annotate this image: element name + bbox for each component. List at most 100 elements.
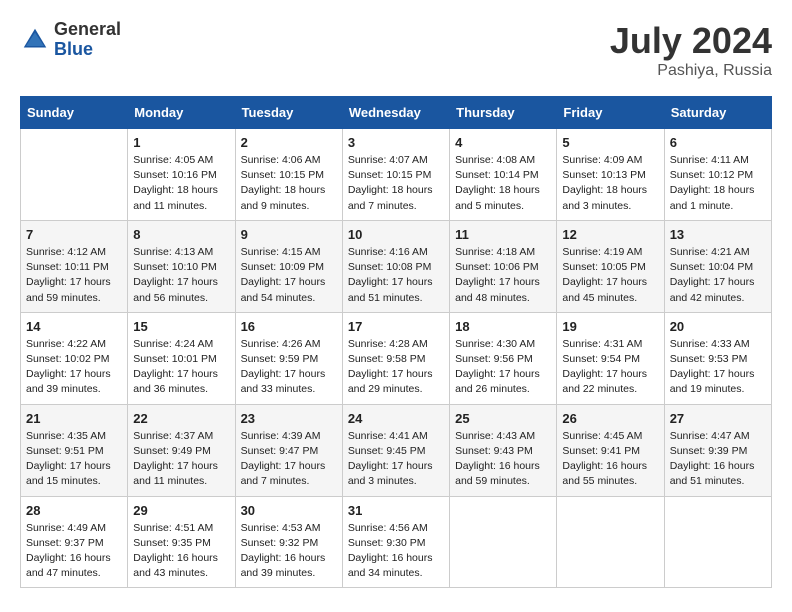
day-info: Sunrise: 4:05 AMSunset: 10:16 PMDaylight…: [133, 153, 229, 214]
calendar-cell: 11 Sunrise: 4:18 AMSunset: 10:06 PMDayli…: [450, 220, 557, 312]
calendar-week-3: 14 Sunrise: 4:22 AMSunset: 10:02 PMDayli…: [21, 312, 772, 404]
weekday-header-sunday: Sunday: [21, 97, 128, 129]
day-info: Sunrise: 4:45 AMSunset: 9:41 PMDaylight:…: [562, 429, 658, 490]
calendar-cell: 2 Sunrise: 4:06 AMSunset: 10:15 PMDaylig…: [235, 129, 342, 221]
weekday-header-thursday: Thursday: [450, 97, 557, 129]
page-header: General Blue July 2024 Pashiya, Russia: [20, 20, 772, 80]
day-number: 30: [241, 503, 337, 518]
calendar-cell: 4 Sunrise: 4:08 AMSunset: 10:14 PMDaylig…: [450, 129, 557, 221]
day-info: Sunrise: 4:13 AMSunset: 10:10 PMDaylight…: [133, 245, 229, 306]
calendar-week-2: 7 Sunrise: 4:12 AMSunset: 10:11 PMDaylig…: [21, 220, 772, 312]
calendar-cell: 23 Sunrise: 4:39 AMSunset: 9:47 PMDaylig…: [235, 404, 342, 496]
day-info: Sunrise: 4:31 AMSunset: 9:54 PMDaylight:…: [562, 337, 658, 398]
day-info: Sunrise: 4:24 AMSunset: 10:01 PMDaylight…: [133, 337, 229, 398]
day-number: 6: [670, 135, 766, 150]
day-number: 11: [455, 227, 551, 242]
day-info: Sunrise: 4:11 AMSunset: 10:12 PMDaylight…: [670, 153, 766, 214]
calendar-cell: 27 Sunrise: 4:47 AMSunset: 9:39 PMDaylig…: [664, 404, 771, 496]
day-number: 23: [241, 411, 337, 426]
day-info: Sunrise: 4:15 AMSunset: 10:09 PMDaylight…: [241, 245, 337, 306]
day-number: 4: [455, 135, 551, 150]
calendar-week-5: 28 Sunrise: 4:49 AMSunset: 9:37 PMDaylig…: [21, 496, 772, 588]
calendar-cell: 10 Sunrise: 4:16 AMSunset: 10:08 PMDayli…: [342, 220, 449, 312]
day-number: 27: [670, 411, 766, 426]
calendar-cell: [557, 496, 664, 588]
calendar-cell: 9 Sunrise: 4:15 AMSunset: 10:09 PMDaylig…: [235, 220, 342, 312]
calendar-cell: [664, 496, 771, 588]
day-number: 8: [133, 227, 229, 242]
weekday-header-tuesday: Tuesday: [235, 97, 342, 129]
day-number: 1: [133, 135, 229, 150]
day-info: Sunrise: 4:18 AMSunset: 10:06 PMDaylight…: [455, 245, 551, 306]
calendar-cell: 14 Sunrise: 4:22 AMSunset: 10:02 PMDayli…: [21, 312, 128, 404]
calendar-cell: 15 Sunrise: 4:24 AMSunset: 10:01 PMDayli…: [128, 312, 235, 404]
day-number: 14: [26, 319, 122, 334]
calendar-cell: 8 Sunrise: 4:13 AMSunset: 10:10 PMDaylig…: [128, 220, 235, 312]
location: Pashiya, Russia: [610, 62, 772, 80]
weekday-header-row: SundayMondayTuesdayWednesdayThursdayFrid…: [21, 97, 772, 129]
day-info: Sunrise: 4:47 AMSunset: 9:39 PMDaylight:…: [670, 429, 766, 490]
day-number: 13: [670, 227, 766, 242]
day-info: Sunrise: 4:49 AMSunset: 9:37 PMDaylight:…: [26, 521, 122, 582]
calendar-cell: 24 Sunrise: 4:41 AMSunset: 9:45 PMDaylig…: [342, 404, 449, 496]
calendar-cell: 21 Sunrise: 4:35 AMSunset: 9:51 PMDaylig…: [21, 404, 128, 496]
day-info: Sunrise: 4:12 AMSunset: 10:11 PMDaylight…: [26, 245, 122, 306]
day-number: 17: [348, 319, 444, 334]
day-info: Sunrise: 4:30 AMSunset: 9:56 PMDaylight:…: [455, 337, 551, 398]
logo: General Blue: [20, 20, 121, 60]
weekday-header-friday: Friday: [557, 97, 664, 129]
day-number: 7: [26, 227, 122, 242]
day-number: 3: [348, 135, 444, 150]
day-number: 28: [26, 503, 122, 518]
calendar-cell: [21, 129, 128, 221]
day-info: Sunrise: 4:16 AMSunset: 10:08 PMDaylight…: [348, 245, 444, 306]
calendar-cell: 22 Sunrise: 4:37 AMSunset: 9:49 PMDaylig…: [128, 404, 235, 496]
day-number: 21: [26, 411, 122, 426]
day-number: 29: [133, 503, 229, 518]
day-info: Sunrise: 4:07 AMSunset: 10:15 PMDaylight…: [348, 153, 444, 214]
day-info: Sunrise: 4:22 AMSunset: 10:02 PMDaylight…: [26, 337, 122, 398]
calendar-cell: 29 Sunrise: 4:51 AMSunset: 9:35 PMDaylig…: [128, 496, 235, 588]
day-info: Sunrise: 4:35 AMSunset: 9:51 PMDaylight:…: [26, 429, 122, 490]
day-number: 20: [670, 319, 766, 334]
day-number: 9: [241, 227, 337, 242]
calendar-cell: 3 Sunrise: 4:07 AMSunset: 10:15 PMDaylig…: [342, 129, 449, 221]
calendar-cell: 7 Sunrise: 4:12 AMSunset: 10:11 PMDaylig…: [21, 220, 128, 312]
calendar-cell: 26 Sunrise: 4:45 AMSunset: 9:41 PMDaylig…: [557, 404, 664, 496]
day-info: Sunrise: 4:21 AMSunset: 10:04 PMDaylight…: [670, 245, 766, 306]
calendar-cell: 1 Sunrise: 4:05 AMSunset: 10:16 PMDaylig…: [128, 129, 235, 221]
calendar-cell: 31 Sunrise: 4:56 AMSunset: 9:30 PMDaylig…: [342, 496, 449, 588]
title-block: July 2024 Pashiya, Russia: [610, 20, 772, 80]
day-info: Sunrise: 4:51 AMSunset: 9:35 PMDaylight:…: [133, 521, 229, 582]
calendar-cell: 25 Sunrise: 4:43 AMSunset: 9:43 PMDaylig…: [450, 404, 557, 496]
day-info: Sunrise: 4:56 AMSunset: 9:30 PMDaylight:…: [348, 521, 444, 582]
day-number: 15: [133, 319, 229, 334]
calendar-cell: 6 Sunrise: 4:11 AMSunset: 10:12 PMDaylig…: [664, 129, 771, 221]
day-number: 2: [241, 135, 337, 150]
calendar-cell: 18 Sunrise: 4:30 AMSunset: 9:56 PMDaylig…: [450, 312, 557, 404]
calendar-week-1: 1 Sunrise: 4:05 AMSunset: 10:16 PMDaylig…: [21, 129, 772, 221]
day-info: Sunrise: 4:06 AMSunset: 10:15 PMDaylight…: [241, 153, 337, 214]
month-title: July 2024: [610, 20, 772, 62]
day-info: Sunrise: 4:53 AMSunset: 9:32 PMDaylight:…: [241, 521, 337, 582]
logo-icon: [20, 25, 50, 55]
day-number: 5: [562, 135, 658, 150]
day-number: 10: [348, 227, 444, 242]
calendar-cell: 5 Sunrise: 4:09 AMSunset: 10:13 PMDaylig…: [557, 129, 664, 221]
day-info: Sunrise: 4:43 AMSunset: 9:43 PMDaylight:…: [455, 429, 551, 490]
day-number: 22: [133, 411, 229, 426]
calendar-week-4: 21 Sunrise: 4:35 AMSunset: 9:51 PMDaylig…: [21, 404, 772, 496]
day-number: 16: [241, 319, 337, 334]
weekday-header-monday: Monday: [128, 97, 235, 129]
logo-text: General Blue: [54, 20, 121, 60]
day-info: Sunrise: 4:39 AMSunset: 9:47 PMDaylight:…: [241, 429, 337, 490]
calendar-cell: [450, 496, 557, 588]
day-info: Sunrise: 4:37 AMSunset: 9:49 PMDaylight:…: [133, 429, 229, 490]
day-info: Sunrise: 4:19 AMSunset: 10:05 PMDaylight…: [562, 245, 658, 306]
day-info: Sunrise: 4:26 AMSunset: 9:59 PMDaylight:…: [241, 337, 337, 398]
day-info: Sunrise: 4:09 AMSunset: 10:13 PMDaylight…: [562, 153, 658, 214]
day-number: 24: [348, 411, 444, 426]
logo-blue: Blue: [54, 40, 121, 60]
calendar-cell: 19 Sunrise: 4:31 AMSunset: 9:54 PMDaylig…: [557, 312, 664, 404]
calendar-cell: 17 Sunrise: 4:28 AMSunset: 9:58 PMDaylig…: [342, 312, 449, 404]
